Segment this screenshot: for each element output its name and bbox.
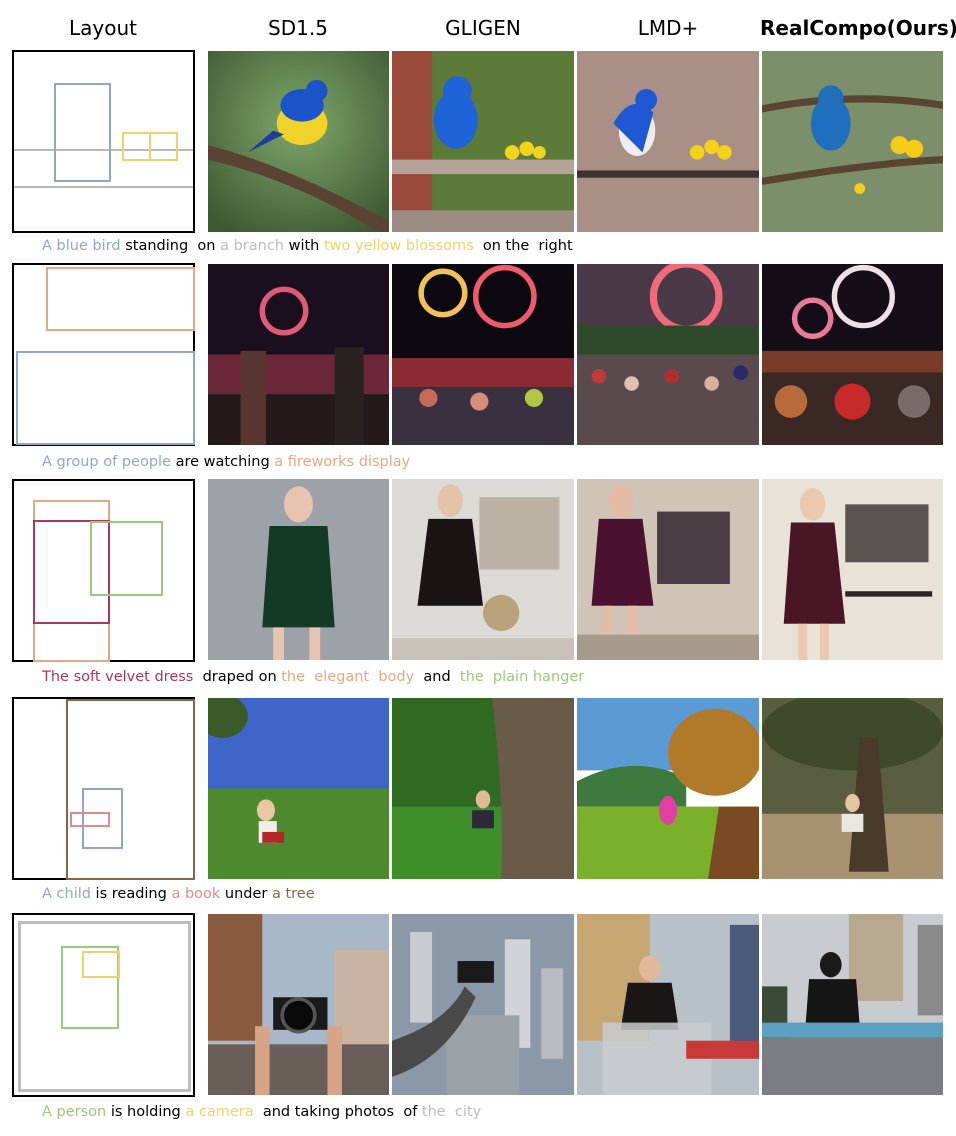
image-sd15-bird: [208, 51, 389, 232]
image-realcompo-camera: [762, 914, 943, 1095]
image-lmd-dress: [577, 479, 759, 660]
layout-box-blossom: [149, 132, 178, 161]
image-realcompo-child: [762, 698, 943, 879]
caption-segment: the city: [421, 1104, 482, 1120]
image-gligen-bird: [392, 51, 574, 232]
caption-segment: with: [283, 238, 324, 254]
caption-segment: a branch: [220, 238, 284, 254]
layout-box-bird: [54, 83, 111, 182]
layout-diagram-child: [12, 697, 195, 880]
caption-segment: the plain hanger: [459, 669, 585, 685]
image-gligen-child: [392, 698, 574, 879]
layout-diagram-camera: [12, 913, 195, 1097]
caption-segment: A child: [42, 886, 91, 902]
header-sd15: SD1.5: [268, 16, 328, 40]
header-realcompo: RealCompo(Ours): [760, 16, 956, 40]
image-sd15-dress: [208, 479, 389, 660]
caption-segment: is reading: [90, 886, 172, 902]
caption-segment: the elegant body: [281, 669, 415, 685]
header-lmd: LMD+: [637, 16, 699, 40]
caption-segment: a book: [171, 886, 221, 902]
image-gligen-camera: [392, 914, 574, 1095]
layout-box-book: [70, 812, 110, 827]
caption-row-3: The soft velvet dress draped on the eleg…: [42, 666, 584, 688]
caption-segment: The soft velvet dress: [42, 669, 194, 685]
caption-segment: draped on: [193, 669, 282, 685]
image-realcompo-fireworks: [762, 264, 943, 445]
caption-row-4: A child is reading a book under a tree: [42, 883, 315, 905]
caption-segment: A group of people: [42, 454, 171, 470]
caption-segment: are watching: [171, 454, 275, 470]
image-realcompo-bird: [762, 51, 943, 232]
caption-segment: is holding: [106, 1104, 186, 1120]
layout-box-people: [16, 351, 195, 445]
image-sd15-fireworks: [208, 264, 389, 445]
header-layout: Layout: [69, 16, 137, 40]
image-sd15-camera: [208, 914, 389, 1095]
image-gligen-fireworks: [392, 264, 574, 445]
image-realcompo-dress: [762, 479, 943, 660]
layout-box-hanger: [90, 521, 163, 596]
caption-row-1: A blue bird standing on a branch with tw…: [42, 235, 573, 257]
caption-segment: under: [220, 886, 272, 902]
image-gligen-dress: [392, 479, 574, 660]
layout-diagram-bird: [12, 50, 195, 233]
caption-segment: A blue bird: [42, 238, 121, 254]
header-gligen: GLIGEN: [445, 16, 521, 40]
caption-segment: two yellow blossoms: [323, 238, 474, 254]
caption-segment: and: [414, 669, 460, 685]
layout-diagram-fireworks: [12, 263, 195, 446]
caption-segment: and taking photos of: [253, 1104, 422, 1120]
image-lmd-camera: [577, 914, 759, 1095]
layout-diagram-dress: [12, 479, 195, 662]
caption-segment: A person: [42, 1104, 107, 1120]
layout-box-fireworks: [46, 267, 195, 331]
caption-segment: a camera: [185, 1104, 254, 1120]
image-lmd-bird: [577, 51, 759, 232]
layout-branch-line: [14, 186, 193, 188]
caption-segment: standing on: [120, 238, 221, 254]
image-lmd-child: [577, 698, 759, 879]
caption-row-5: A person is holding a camera and taking …: [42, 1101, 481, 1123]
caption-segment: a tree: [271, 886, 315, 902]
image-lmd-fireworks: [577, 264, 759, 445]
caption-row-2: A group of people are watching a firewor…: [42, 451, 410, 473]
caption-segment: a fireworks display: [274, 454, 411, 470]
layout-box-blossom: [122, 132, 151, 161]
caption-segment: on the right: [473, 238, 573, 254]
layout-box-camera: [82, 951, 120, 978]
image-sd15-child: [208, 698, 389, 879]
